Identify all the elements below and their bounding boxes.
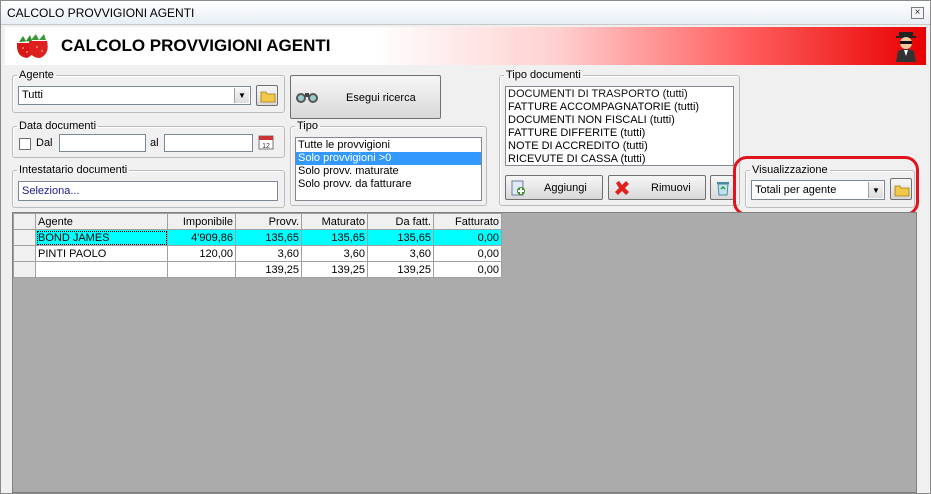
add-document-icon xyxy=(511,180,525,196)
cell-agente[interactable]: BOND JAMES xyxy=(35,229,168,246)
dal-checkbox[interactable] xyxy=(19,138,31,150)
documento-item[interactable]: NOTE DI ACCREDITO (tutti) xyxy=(506,140,733,153)
dal-date-field[interactable] xyxy=(59,134,146,152)
tipo-item[interactable]: Solo provv. maturate xyxy=(296,165,481,178)
secret-agent-icon xyxy=(896,32,916,62)
cell-maturato-total[interactable]: 139,25 xyxy=(301,261,368,278)
intestatario-field[interactable]: Seleziona... xyxy=(18,181,278,201)
calendar-icon: 12 xyxy=(258,135,274,150)
cell-fatturato-total[interactable]: 0,00 xyxy=(433,261,502,278)
row-header-corner xyxy=(13,213,36,230)
tipo-listbox[interactable]: Tutte le provvigioni Solo provvigioni >0… xyxy=(295,137,482,201)
svg-text:12: 12 xyxy=(262,143,270,150)
documento-item[interactable]: DOCUMENTI NON FISCALI (tutti) xyxy=(506,114,733,127)
cell-provv-total[interactable]: 139,25 xyxy=(235,261,302,278)
row-header[interactable] xyxy=(13,261,36,278)
strawberry-logo-icon xyxy=(16,34,48,58)
chevron-down-icon[interactable]: ▼ xyxy=(234,88,249,103)
cell-maturato[interactable]: 3,60 xyxy=(301,245,368,262)
table-totals-row[interactable]: 139,25 139,25 139,25 0,00 xyxy=(13,261,502,278)
add-button[interactable]: Aggiungi xyxy=(505,175,603,200)
cell-imponibile[interactable]: 4'909,86 xyxy=(167,229,236,246)
tipo-item-selected[interactable]: Solo provvigioni >0 xyxy=(296,152,481,165)
recycle-bin-icon xyxy=(717,182,729,196)
cell-fatturato[interactable]: 0,00 xyxy=(433,245,502,262)
cell-provv[interactable]: 135,65 xyxy=(235,229,302,246)
add-button-label: Aggiungi xyxy=(544,182,587,194)
cell-imponibile[interactable]: 120,00 xyxy=(167,245,236,262)
column-header-maturato[interactable]: Maturato xyxy=(301,213,368,230)
grid-header-row: Agente Imponibile Provv. Maturato Da fat… xyxy=(13,213,502,230)
intestatario-value: Seleziona... xyxy=(22,185,80,197)
clear-button[interactable] xyxy=(710,175,734,200)
results-grid: Agente Imponibile Provv. Maturato Da fat… xyxy=(13,213,502,278)
tipo-item[interactable]: Tutte le provvigioni xyxy=(296,139,481,152)
header-banner: CALCOLO PROVVIGIONI AGENTI xyxy=(5,27,926,65)
cell-fatturato[interactable]: 0,00 xyxy=(433,229,502,246)
cell-da-fatt-total[interactable]: 139,25 xyxy=(367,261,434,278)
cell-imponibile[interactable] xyxy=(167,261,236,278)
row-header[interactable] xyxy=(13,245,36,262)
documento-item[interactable]: DOCUMENTI DI TRASPORTO (tutti) xyxy=(506,88,733,101)
remove-button[interactable]: Rimuovi xyxy=(608,175,706,200)
close-icon[interactable]: × xyxy=(911,7,924,19)
column-header-fatturato[interactable]: Fatturato xyxy=(433,213,502,230)
data-documenti-legend: Data documenti xyxy=(19,120,97,132)
remove-button-label: Rimuovi xyxy=(651,182,691,194)
table-row-selected[interactable]: BOND JAMES 4'909,86 135,65 135,65 135,65… xyxy=(13,229,502,246)
cell-da-fatt[interactable]: 3,60 xyxy=(367,245,434,262)
cell-agente[interactable] xyxy=(35,261,168,278)
title-bar: CALCOLO PROVVIGIONI AGENTI × xyxy=(1,1,930,25)
agente-value: Tutti xyxy=(22,89,43,101)
binoculars-icon xyxy=(296,93,318,103)
agente-legend: Agente xyxy=(19,69,54,81)
cell-maturato[interactable]: 135,65 xyxy=(301,229,368,246)
dal-label: Dal xyxy=(36,137,53,149)
al-date-field[interactable] xyxy=(164,134,253,152)
column-header-agente[interactable]: Agente xyxy=(35,213,168,230)
results-grid-area: Agente Imponibile Provv. Maturato Da fat… xyxy=(12,212,917,493)
calendar-button[interactable]: 12 xyxy=(258,134,276,152)
agente-folder-button[interactable] xyxy=(256,85,278,106)
column-header-da-fatt[interactable]: Da fatt. xyxy=(367,213,434,230)
window-title: CALCOLO PROVVIGIONI AGENTI xyxy=(7,6,195,20)
cell-provv[interactable]: 3,60 xyxy=(235,245,302,262)
documento-item[interactable]: FATTURE ACCOMPAGNATORIE (tutti) xyxy=(506,101,733,114)
intestatario-legend: Intestatario documenti xyxy=(19,164,128,176)
al-label: al xyxy=(150,137,159,149)
tipo-documenti-listbox[interactable]: DOCUMENTI DI TRASPORTO (tutti) FATTURE A… xyxy=(505,86,734,166)
red-x-icon xyxy=(615,181,629,195)
search-button[interactable]: Esegui ricerca xyxy=(290,75,441,119)
app-window: CALCOLO PROVVIGIONI AGENTI × CALCOLO PRO… xyxy=(0,0,931,494)
page-title: CALCOLO PROVVIGIONI AGENTI xyxy=(61,36,331,55)
row-header[interactable] xyxy=(13,229,36,246)
cell-da-fatt[interactable]: 135,65 xyxy=(367,229,434,246)
table-row[interactable]: PINTI PAOLO 120,00 3,60 3,60 3,60 0,00 xyxy=(13,245,502,262)
tipo-legend: Tipo xyxy=(297,120,318,132)
tipo-item[interactable]: Solo provv. da fatturare xyxy=(296,178,481,191)
column-header-provv[interactable]: Provv. xyxy=(235,213,302,230)
column-header-imponibile[interactable]: Imponibile xyxy=(167,213,236,230)
tipo-documenti-legend: Tipo documenti xyxy=(506,69,581,81)
cell-agente[interactable]: PINTI PAOLO xyxy=(35,245,168,262)
search-button-label: Esegui ricerca xyxy=(346,92,416,104)
folder-icon xyxy=(260,91,276,103)
documento-item[interactable]: FATTURE DIFFERITE (tutti) xyxy=(506,127,733,140)
annotation-highlight-ring xyxy=(733,156,919,216)
agente-combo[interactable]: Tutti ▼ xyxy=(18,86,251,105)
documento-item[interactable]: RICEVUTE DI CASSA (tutti) xyxy=(506,153,733,165)
